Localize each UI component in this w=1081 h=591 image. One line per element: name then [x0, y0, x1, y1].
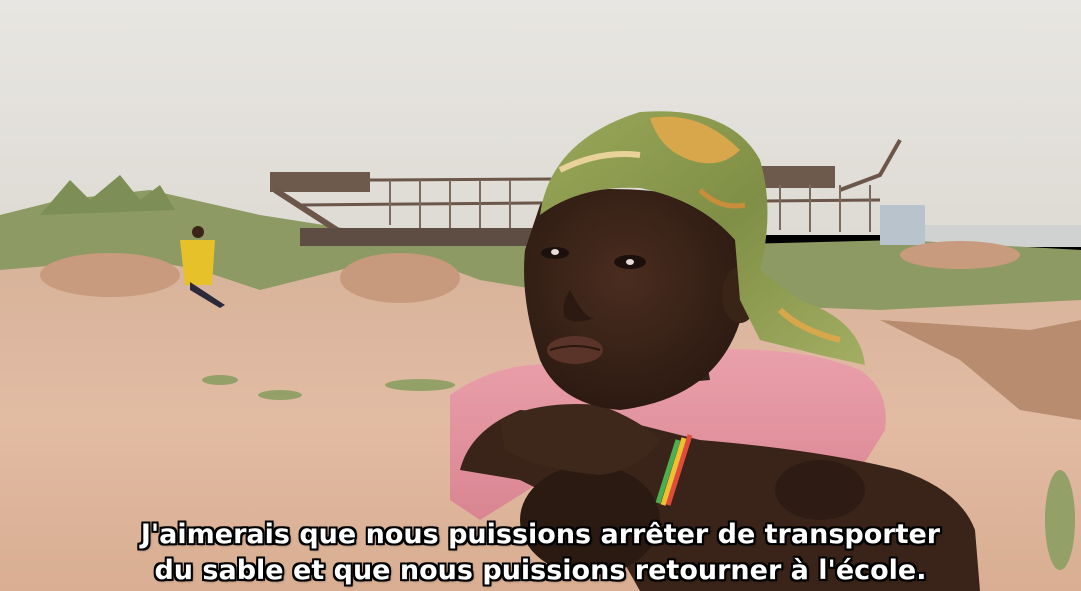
subtitle-caption: J'aimerais que nous puissions arrêter de… — [0, 517, 1081, 589]
subtitle-line-1: J'aimerais que nous puissions arrêter de… — [140, 519, 941, 550]
video-frame: J'aimerais que nous puissions arrêter de… — [0, 0, 1081, 591]
video-still-image — [0, 0, 1081, 591]
subtitle-line-2: du sable et que nous puissions retourner… — [154, 555, 927, 586]
